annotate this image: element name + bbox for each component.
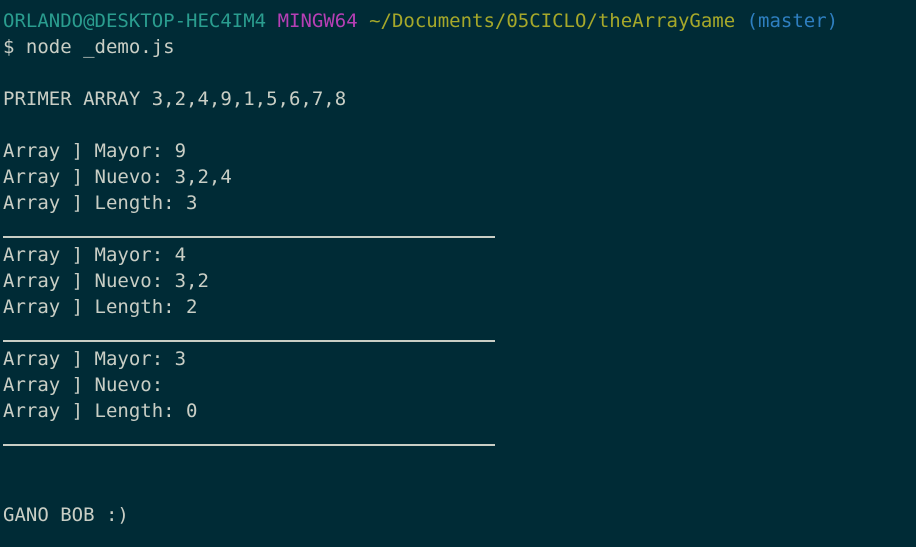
block-2-length: Array ] Length: 2 — [3, 296, 198, 318]
block-1-nuevo: Array ] Nuevo: 3,2,4 — [3, 166, 232, 188]
prompt-user-host: ORLANDO@DESKTOP-HEC4IM4 — [3, 10, 267, 32]
block-3-mayor: Array ] Mayor: 3 — [3, 348, 187, 370]
separator-line-1 — [3, 236, 495, 238]
block-1-length: Array ] Length: 3 — [3, 192, 198, 214]
prompt-path: ~/Documents/05CICLO/theArrayGame — [369, 10, 736, 32]
first-array-line: PRIMER ARRAY 3,2,4,9,1,5,6,7,8 — [3, 88, 347, 110]
block-3-length: Array ] Length: 0 — [3, 400, 198, 422]
terminal-window[interactable]: ORLANDO@DESKTOP-HEC4IM4 MINGW64 ~/Docume… — [0, 0, 916, 547]
result-line: GANO BOB :) — [3, 504, 129, 526]
prompt-system: MINGW64 — [277, 10, 358, 32]
separator-line-3 — [3, 444, 495, 446]
separator-line-2 — [3, 340, 495, 342]
prompt-line: ORLANDO@DESKTOP-HEC4IM4 MINGW64 ~/Docume… — [3, 8, 838, 34]
prompt-branch: (master) — [746, 10, 839, 32]
command-line: $ node _demo.js — [3, 36, 175, 58]
block-3-nuevo: Array ] Nuevo: — [3, 374, 164, 396]
block-1-mayor: Array ] Mayor: 9 — [3, 140, 187, 162]
block-2-nuevo: Array ] Nuevo: 3,2 — [3, 270, 209, 292]
block-2-mayor: Array ] Mayor: 4 — [3, 244, 187, 266]
